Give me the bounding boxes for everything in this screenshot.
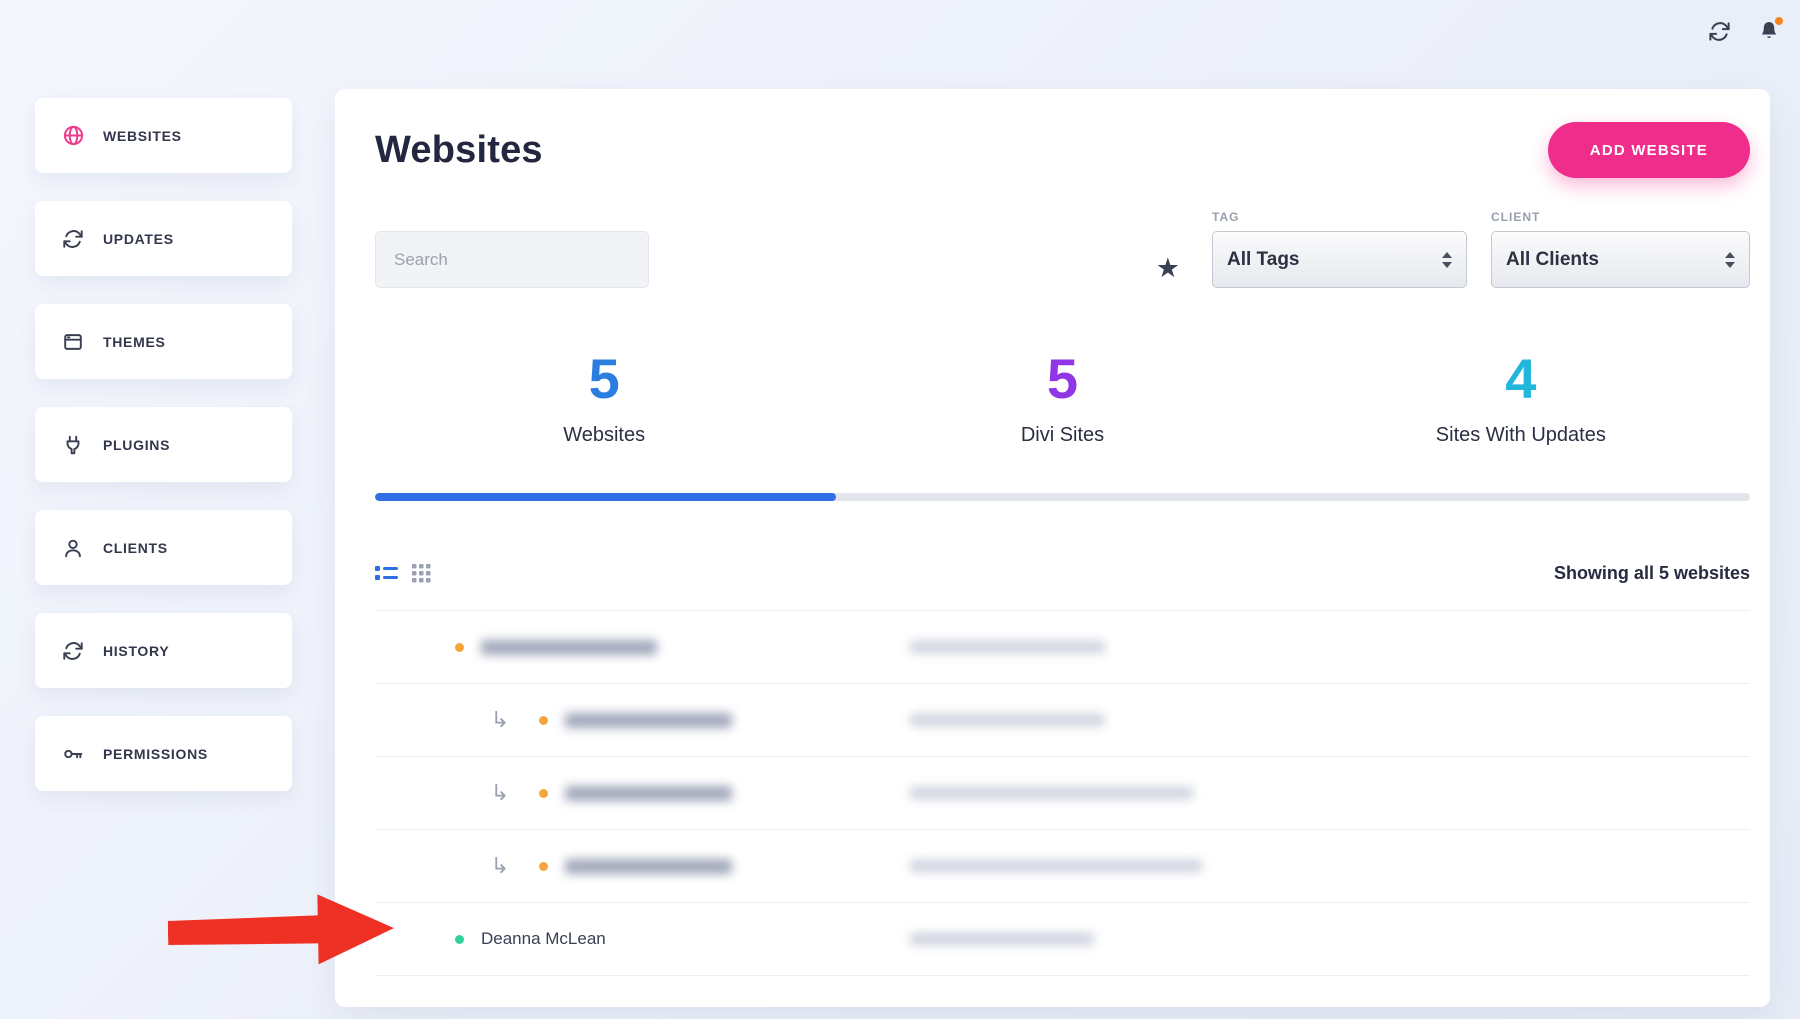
redacted-site-name bbox=[565, 859, 732, 874]
client-filter-group: CLIENT All Clients bbox=[1491, 210, 1750, 288]
subsite-arrow-icon: ↳ bbox=[487, 707, 513, 733]
client-filter-select[interactable]: All Clients bbox=[1491, 231, 1750, 288]
client-filter-value: All Clients bbox=[1506, 249, 1599, 271]
sidebar-item-websites[interactable]: WEBSITES bbox=[35, 98, 292, 173]
sidebar-item-label: CLIENTS bbox=[103, 540, 168, 556]
tag-filter-group: TAG All Tags bbox=[1212, 210, 1467, 288]
browser-icon bbox=[61, 330, 85, 354]
filters-row: ★ TAG All Tags CLIENT All Clients bbox=[375, 210, 1750, 288]
list-view-toggle[interactable] bbox=[375, 565, 398, 582]
website-row-child[interactable]: ↳ bbox=[375, 684, 1750, 757]
select-arrows-icon bbox=[1442, 252, 1452, 268]
redacted-site-url bbox=[910, 641, 1105, 653]
main-panel: Websites ADD WEBSITE ★ TAG All Tags CLIE… bbox=[335, 89, 1770, 1007]
view-toggles bbox=[375, 564, 431, 583]
subsite-arrow-icon: ↳ bbox=[487, 853, 513, 879]
plug-icon bbox=[61, 433, 85, 457]
tag-filter-select[interactable]: All Tags bbox=[1212, 231, 1467, 288]
sidebar-item-updates[interactable]: UPDATES bbox=[35, 201, 292, 276]
stat-label: Websites bbox=[375, 424, 833, 447]
refresh-icon bbox=[1708, 20, 1731, 43]
select-arrows-icon bbox=[1725, 252, 1735, 268]
redacted-site-url bbox=[910, 933, 1094, 945]
tag-filter-value: All Tags bbox=[1227, 249, 1300, 271]
key-icon bbox=[61, 742, 85, 766]
search-input[interactable] bbox=[375, 231, 649, 288]
site-name: Deanna McLean bbox=[481, 929, 606, 949]
sidebar-item-label: PERMISSIONS bbox=[103, 746, 208, 762]
sidebar-item-clients[interactable]: CLIENTS bbox=[35, 510, 292, 585]
annotation-arrow-shape bbox=[167, 893, 394, 967]
stat-value: 5 bbox=[833, 350, 1291, 408]
sidebar-item-plugins[interactable]: PLUGINS bbox=[35, 407, 292, 482]
person-icon bbox=[61, 536, 85, 560]
client-filter-label: CLIENT bbox=[1491, 210, 1750, 224]
redacted-site-name bbox=[481, 640, 657, 655]
status-dot bbox=[455, 643, 464, 652]
notification-dot bbox=[1775, 17, 1783, 25]
sidebar-item-label: PLUGINS bbox=[103, 437, 170, 453]
redacted-site-name bbox=[565, 786, 732, 801]
progress-bar bbox=[375, 493, 1750, 501]
add-website-button[interactable]: ADD WEBSITE bbox=[1548, 122, 1750, 178]
sidebar-item-history[interactable]: HISTORY bbox=[35, 613, 292, 688]
stats-row: 5 Websites 5 Divi Sites 4 Sites With Upd… bbox=[375, 350, 1750, 447]
redacted-site-url bbox=[910, 860, 1202, 872]
list-view-icon bbox=[375, 565, 398, 582]
page-title: Websites bbox=[375, 129, 543, 172]
redacted-site-name bbox=[565, 713, 732, 728]
stat-value: 4 bbox=[1292, 350, 1750, 408]
sidebar-item-permissions[interactable]: PERMISSIONS bbox=[35, 716, 292, 791]
stat-label: Divi Sites bbox=[833, 424, 1291, 447]
favorites-star-icon[interactable]: ★ bbox=[1156, 255, 1180, 282]
status-dot bbox=[539, 789, 548, 798]
subsite-arrow-icon: ↳ bbox=[487, 780, 513, 806]
stat-divi-sites: 5 Divi Sites bbox=[833, 350, 1291, 447]
redacted-site-url bbox=[910, 787, 1193, 799]
stat-websites: 5 Websites bbox=[375, 350, 833, 447]
status-dot bbox=[539, 716, 548, 725]
list-header: Showing all 5 websites bbox=[375, 563, 1750, 584]
website-row[interactable] bbox=[375, 611, 1750, 684]
stat-label: Sites With Updates bbox=[1292, 424, 1750, 447]
sidebar-item-label: UPDATES bbox=[103, 231, 174, 247]
tag-filter-label: TAG bbox=[1212, 210, 1467, 224]
website-row-child[interactable]: ↳ bbox=[375, 757, 1750, 830]
main-header: Websites ADD WEBSITE bbox=[375, 122, 1750, 178]
globe-icon bbox=[61, 124, 85, 148]
annotation-arrow bbox=[167, 890, 398, 974]
sidebar-item-label: WEBSITES bbox=[103, 128, 182, 144]
sidebar-item-themes[interactable]: THEMES bbox=[35, 304, 292, 379]
stat-value: 5 bbox=[375, 350, 833, 408]
status-dot bbox=[539, 862, 548, 871]
status-dot bbox=[455, 935, 464, 944]
stat-sites-with-updates: 4 Sites With Updates bbox=[1292, 350, 1750, 447]
websites-list: ↳ ↳ ↳ Deanna McLean bbox=[375, 610, 1750, 976]
sidebar-item-label: THEMES bbox=[103, 334, 166, 350]
sidebar: WEBSITES UPDATES THEMES bbox=[35, 98, 292, 819]
grid-view-icon bbox=[412, 564, 431, 583]
progress-fill bbox=[375, 493, 836, 501]
sidebar-item-label: HISTORY bbox=[103, 643, 169, 659]
website-row-child[interactable]: ↳ bbox=[375, 830, 1750, 903]
grid-view-toggle[interactable] bbox=[412, 564, 431, 583]
showing-count-text: Showing all 5 websites bbox=[1554, 563, 1750, 584]
refresh-icon bbox=[61, 227, 85, 251]
topbar bbox=[1706, 18, 1782, 44]
history-icon bbox=[61, 639, 85, 663]
notifications-button[interactable] bbox=[1756, 18, 1782, 44]
redacted-site-url bbox=[910, 714, 1105, 726]
refresh-button[interactable] bbox=[1706, 18, 1732, 44]
website-row-deanna-mclean[interactable]: Deanna McLean bbox=[375, 903, 1750, 976]
